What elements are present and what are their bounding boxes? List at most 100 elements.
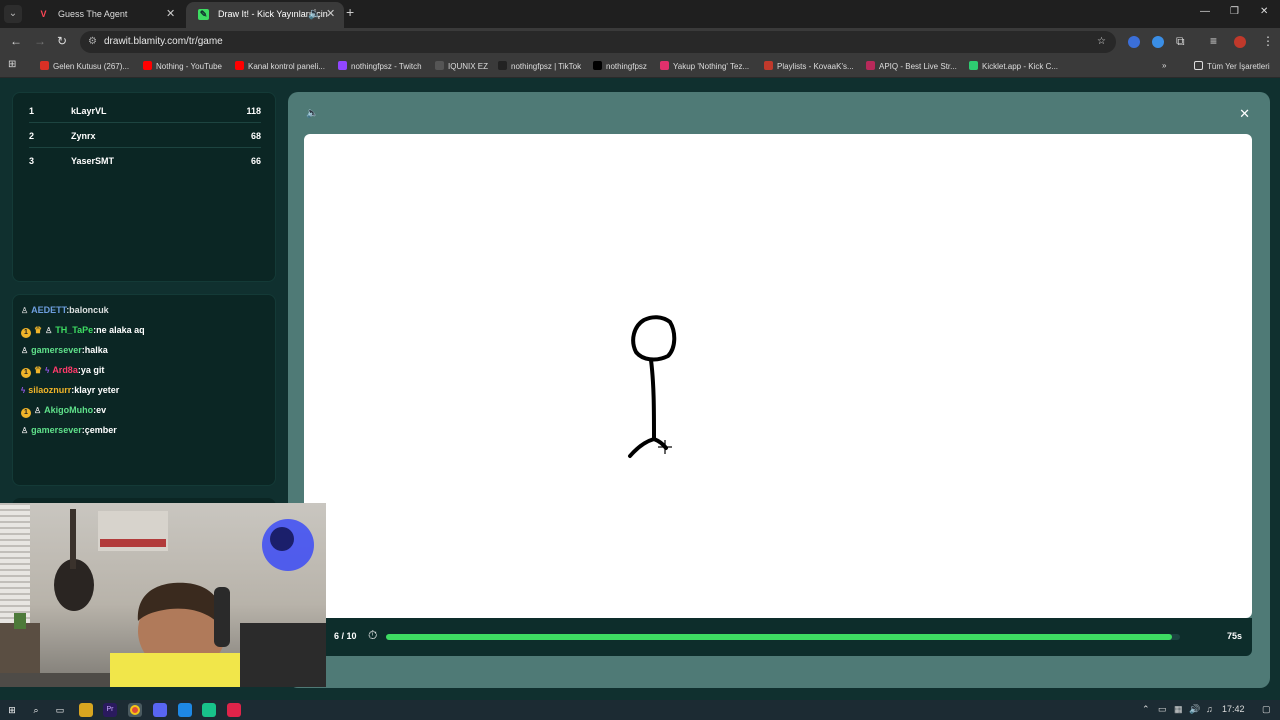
- close-tab-icon[interactable]: ✕: [166, 2, 175, 26]
- extensions-puzzle-icon[interactable]: ⧉: [1176, 34, 1185, 49]
- stopwatch-icon: ⏱: [368, 628, 378, 642]
- pawn-badge-icon: ♙: [21, 426, 29, 435]
- player-name: kLayrVL: [71, 106, 107, 116]
- chat-text: :ev: [93, 405, 107, 415]
- notification-icon[interactable]: ▢: [1262, 704, 1271, 715]
- windows-start-icon[interactable]: ⊞: [5, 703, 19, 717]
- tray-monitor-icon[interactable]: ▭: [1158, 704, 1167, 715]
- close-icon[interactable]: ✕: [1239, 106, 1250, 122]
- kicklet-icon: [969, 61, 978, 70]
- player-score: 118: [246, 106, 261, 116]
- new-tab-button[interactable]: +: [346, 4, 354, 20]
- navigation-bar: ← → ↻ ⚙ drawit.blamity.com/tr/game ☆ ⧉ ≡…: [0, 28, 1280, 56]
- extension-icon[interactable]: [1152, 36, 1164, 48]
- bookmark-item[interactable]: APIQ - Best Live Str...: [866, 61, 957, 71]
- tab-draw-it[interactable]: ✎ Draw It! - Kick Yayınları İçin 🔈 ✕: [186, 2, 344, 28]
- all-bookmarks-folder[interactable]: Tüm Yer İşaretleri: [1194, 61, 1270, 71]
- more-bookmarks-icon[interactable]: »: [1162, 61, 1166, 70]
- site-info-icon[interactable]: ⚙: [88, 31, 97, 53]
- leaderboard-panel: 1 kLayrVL 118 2 Zynrx 68 3 YaserSMT 66: [12, 92, 276, 282]
- subscriber-badge-icon: 1: [21, 408, 31, 418]
- chat-message: ♙ gamersever:halka: [21, 343, 108, 357]
- app-icon[interactable]: [202, 703, 216, 717]
- bookmark-item[interactable]: IQUNIX EZ: [435, 61, 488, 71]
- bookmark-item[interactable]: Kicklet.app - Kick C...: [969, 61, 1058, 71]
- twitch-icon: [338, 61, 347, 70]
- file-explorer-icon[interactable]: [79, 703, 93, 717]
- bookmark-star-icon[interactable]: ☆: [1097, 31, 1106, 53]
- player-score: 68: [250, 131, 261, 141]
- timer-track: [386, 634, 1180, 640]
- round-counter: 6 / 10: [334, 631, 357, 641]
- close-window-icon[interactable]: ✕: [1260, 6, 1268, 17]
- chat-user: AEDETT: [31, 305, 67, 315]
- pawn-badge-icon: ♙: [45, 326, 53, 335]
- reading-list-icon[interactable]: ≡: [1210, 34, 1217, 48]
- bookmark-item[interactable]: Yakup 'Nothing' Tez...: [660, 61, 749, 71]
- sound-toggle-icon[interactable]: 🔈: [306, 108, 318, 119]
- app-icon[interactable]: [227, 703, 241, 717]
- discord-icon[interactable]: [153, 703, 167, 717]
- chat-panel: ♙ AEDETT:baloncuk 1 ♛ ♙ TH_TaPe:ne alaka aq …: [12, 294, 276, 486]
- search-icon[interactable]: ⌕: [29, 703, 43, 717]
- crown-badge-icon: ♛: [34, 365, 43, 375]
- extension-icon[interactable]: [1128, 36, 1140, 48]
- bookmark-item[interactable]: nothingfpsz | TikTok: [498, 61, 581, 71]
- chat-user: gamersever: [31, 345, 82, 355]
- apps-grid-icon[interactable]: ⊞: [8, 59, 16, 70]
- player-name: YaserSMT: [71, 156, 115, 166]
- tray-chevron-icon[interactable]: ⌃: [1142, 704, 1150, 715]
- chat-text: :ne alaka aq: [93, 325, 145, 335]
- tab-audio-icon[interactable]: 🔈: [308, 2, 322, 26]
- tab-guess-the-agent[interactable]: V Guess The Agent ✕: [26, 2, 182, 28]
- chat-text: :baloncuk: [66, 305, 109, 315]
- round-footer: 6 / 10 ⏱ 75s: [304, 618, 1252, 656]
- reload-icon[interactable]: ↻: [57, 34, 67, 48]
- volume-icon[interactable]: 🔊: [1189, 704, 1200, 715]
- valorant-icon: V: [40, 9, 47, 19]
- webcam-overlay: [0, 503, 326, 687]
- forward-icon[interactable]: →: [34, 34, 46, 48]
- chat-text: :klayr yeter: [71, 385, 120, 395]
- task-view-icon[interactable]: ▭: [53, 703, 67, 717]
- tab-search-button[interactable]: ⌄: [4, 5, 22, 23]
- network-icon[interactable]: ▦: [1174, 704, 1183, 715]
- draw-game-modal: 🔈 ✕ 6 / 10 ⏱ 75s: [288, 92, 1270, 688]
- bookmark-item[interactable]: Gelen Kutusu (267)...: [40, 61, 129, 71]
- chat-user: gamersever: [31, 425, 82, 435]
- profile-avatar[interactable]: [1234, 36, 1246, 48]
- player-score: 66: [250, 156, 261, 166]
- gmail-icon: [40, 61, 49, 70]
- restore-icon[interactable]: ❐: [1230, 6, 1239, 17]
- rank: 3: [29, 156, 35, 166]
- bookmark-item[interactable]: nothingfpsz: [593, 61, 647, 71]
- webcam-feed-image: [0, 503, 326, 687]
- iqunix-icon: [435, 61, 444, 70]
- drawing-canvas[interactable]: [304, 134, 1252, 618]
- menu-kebab-icon[interactable]: ⋮: [1262, 34, 1274, 48]
- leaderboard-row: 3 YaserSMT 66: [29, 149, 261, 173]
- chat-message: ϟ silaoznurr:klayr yeter: [21, 383, 119, 397]
- bookmark-item[interactable]: nothingfpsz - Twitch: [338, 61, 422, 71]
- bolt-badge-icon: ϟ: [21, 386, 26, 395]
- back-icon[interactable]: ←: [10, 34, 22, 48]
- close-tab-icon[interactable]: ✕: [326, 2, 335, 26]
- chat-message: ♙ AEDETT:baloncuk: [21, 303, 109, 317]
- bookmarks-bar: ⊞ Gelen Kutusu (267)... Nothing - YouTub…: [0, 56, 1280, 78]
- windows-taskbar: ⊞ ⌕ ▭ Pr ⌃ ▭ ▦ 🔊 ♫ 17:42 ▢: [0, 700, 1280, 720]
- clock[interactable]: 17:42: [1222, 704, 1245, 714]
- premiere-icon[interactable]: Pr: [103, 703, 117, 717]
- bookmark-item[interactable]: Nothing - YouTube: [143, 61, 222, 71]
- chrome-icon[interactable]: [128, 703, 142, 717]
- minimize-icon[interactable]: —: [1200, 6, 1210, 17]
- chat-message: 1 ♛ ♙ TH_TaPe:ne alaka aq: [21, 323, 145, 338]
- bookmark-item[interactable]: Playlists - KovaaK's...: [764, 61, 854, 71]
- app-icon[interactable]: [178, 703, 192, 717]
- chat-message: ♙ gamersever:çember: [21, 423, 117, 437]
- chat-message: 1 ♛ ϟ Ard8a:ya git: [21, 363, 104, 378]
- microphone-icon[interactable]: ♫: [1206, 704, 1213, 714]
- chat-user: TH_TaPe: [55, 325, 94, 335]
- bookmark-item[interactable]: Kanal kontrol paneli...: [235, 61, 325, 71]
- address-bar[interactable]: ⚙ drawit.blamity.com/tr/game ☆: [80, 31, 1116, 53]
- timer-progress-bar: [386, 634, 1173, 640]
